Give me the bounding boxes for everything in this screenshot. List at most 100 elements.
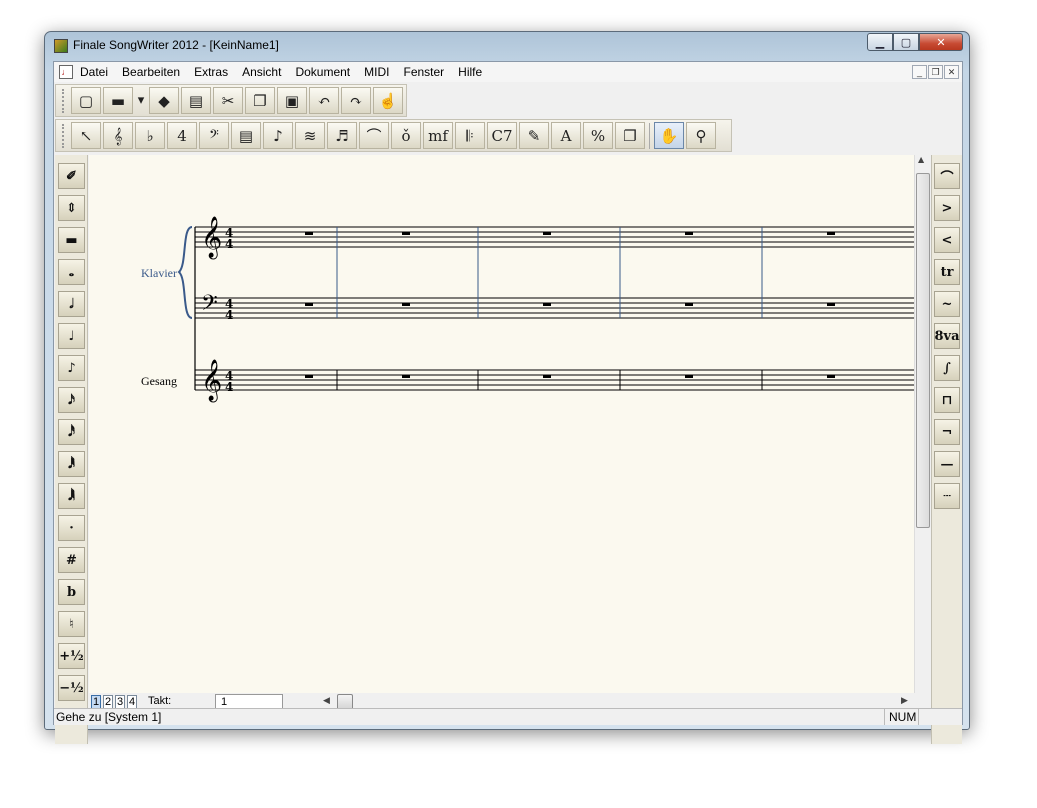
- hundred-twenty-eighth-note-button[interactable]: 𝅘𝅥𝅲: [58, 483, 85, 509]
- page-tab-4[interactable]: 4: [127, 695, 137, 709]
- natural-button[interactable]: ♮: [58, 611, 85, 637]
- document-icon[interactable]: ♩: [59, 65, 73, 79]
- crescendo-button[interactable]: <: [934, 227, 960, 253]
- simple-entry-button[interactable]: ♪: [263, 122, 293, 149]
- undo-button[interactable]: ↶: [309, 87, 339, 114]
- clef-tool-button[interactable]: 𝄢: [199, 122, 229, 149]
- lyrics-tool-button[interactable]: ✎: [519, 122, 549, 149]
- whole-rest: [685, 303, 693, 306]
- menu-dokument[interactable]: Dokument: [288, 65, 357, 79]
- slur-button[interactable]: ⌒: [934, 163, 960, 189]
- open-folder-button[interactable]: ▬: [103, 87, 133, 114]
- text-tool-button[interactable]: A: [551, 122, 581, 149]
- toolbar-grip[interactable]: [62, 123, 66, 148]
- menu-fenster[interactable]: Fenster: [396, 65, 451, 79]
- print-icon: ▤: [188, 91, 204, 110]
- selection-tool-button[interactable]: ↖: [71, 122, 101, 149]
- save-disk-button[interactable]: ◆: [149, 87, 179, 114]
- menu-ansicht[interactable]: Ansicht: [235, 65, 288, 79]
- tuplet-tool-button[interactable]: ♬: [327, 122, 357, 149]
- expression-tool-button[interactable]: mf: [423, 122, 453, 149]
- staff-tool-button[interactable]: 𝄞: [103, 122, 133, 149]
- hand-grabber-button[interactable]: ✋: [654, 122, 684, 149]
- whole-rest: [685, 232, 693, 235]
- mdi-close-button[interactable]: ✕: [944, 65, 959, 79]
- hand-point-icon: ☝: [378, 91, 398, 110]
- status-bar: Gehe zu [System 1] NUM: [54, 708, 962, 725]
- redo-button[interactable]: ↷: [341, 87, 371, 114]
- chord-tool-button[interactable]: C7: [487, 122, 517, 149]
- decrescendo-button[interactable]: >: [934, 195, 960, 221]
- half-step-up-button[interactable]: +½: [58, 643, 85, 669]
- dashed-line-icon: ┄: [943, 488, 951, 504]
- minimize-button[interactable]: ▁: [867, 33, 893, 51]
- bracket-end-button[interactable]: ¬: [934, 419, 960, 445]
- sharp-icon: #: [66, 552, 77, 568]
- smart-shape-tool-button[interactable]: ⌒: [359, 122, 389, 149]
- save-disk-icon: ◆: [158, 91, 170, 110]
- repeat-tool-button[interactable]: 𝄆: [455, 122, 485, 149]
- title-bar[interactable]: Finale SongWriter 2012 - [KeinName1] ▁ ▢…: [45, 32, 969, 60]
- print-button[interactable]: ▤: [181, 87, 211, 114]
- close-button[interactable]: ✕: [919, 33, 963, 51]
- new-document-button[interactable]: ▢: [71, 87, 101, 114]
- sharp-button[interactable]: #: [58, 547, 85, 573]
- zoom-tool-button[interactable]: ⚲: [686, 122, 716, 149]
- time-signature-tool-icon: 4: [177, 126, 187, 145]
- smart-shape-palette: ⌒ > < tr ~8va ∫ ⊓ ¬ — ┄: [931, 155, 962, 744]
- sixty-fourth-note-button[interactable]: 𝅘𝅥𝅱: [58, 451, 85, 477]
- speedy-entry-button[interactable]: ≋: [295, 122, 325, 149]
- toolbar-grip[interactable]: [62, 88, 66, 113]
- flat-button[interactable]: b: [58, 579, 85, 605]
- mdi-minimize-button[interactable]: _: [912, 65, 927, 79]
- page-tab-2[interactable]: 2: [103, 695, 113, 709]
- dot-button[interactable]: ·: [58, 515, 85, 541]
- num-lock-indicator: NUM: [884, 709, 918, 725]
- page-tab-3[interactable]: 3: [115, 695, 125, 709]
- eighth-note-button[interactable]: ♪: [58, 355, 85, 381]
- scroll-up-icon[interactable]: ▲: [918, 155, 924, 164]
- menu-bearbeiten[interactable]: Bearbeiten: [115, 65, 187, 79]
- thirty-second-note-button[interactable]: 𝅘𝅥𝅰: [58, 419, 85, 445]
- eraser-button[interactable]: ✐: [58, 163, 85, 189]
- whole-note-button[interactable]: 𝅝: [58, 259, 85, 285]
- hand-point-button[interactable]: ☝: [373, 87, 403, 114]
- glissando-button[interactable]: ∫: [934, 355, 960, 381]
- key-signature-tool-button[interactable]: ♭: [135, 122, 165, 149]
- line-button[interactable]: —: [934, 451, 960, 477]
- dashed-line-button[interactable]: ┄: [934, 483, 960, 509]
- resize-tool-button[interactable]: %: [583, 122, 613, 149]
- mdi-restore-button[interactable]: ❐: [928, 65, 943, 79]
- cut-button[interactable]: ✂: [213, 87, 243, 114]
- vertical-scroll-thumb[interactable]: [916, 173, 930, 528]
- trill-extension-button[interactable]: ~: [934, 291, 960, 317]
- dropdown-arrow-button[interactable]: ▾: [135, 87, 147, 114]
- takt-label: Takt:: [148, 695, 172, 707]
- rest-button[interactable]: ▬: [58, 227, 85, 253]
- page-tab-1[interactable]: 1: [91, 695, 101, 709]
- copy-button[interactable]: ❐: [245, 87, 275, 114]
- menu-midi[interactable]: MIDI: [357, 65, 396, 79]
- score-canvas[interactable]: 𝄞 4 4 𝄢 4 4 𝄞 4 4 Klavier Gesang: [89, 155, 914, 693]
- vertical-scrollbar[interactable]: ▲ ▼: [914, 155, 930, 711]
- half-note-button[interactable]: 𝅗𝅥: [58, 291, 85, 317]
- updown-arrows-button[interactable]: ⇕: [58, 195, 85, 221]
- scroll-left-icon[interactable]: ◀: [323, 695, 330, 706]
- ottava-button[interactable]: 8va: [934, 323, 960, 349]
- menu-datei[interactable]: Datei: [73, 65, 115, 79]
- quarter-note-button[interactable]: ♩: [58, 323, 85, 349]
- articulation-tool-button[interactable]: ǒ: [391, 122, 421, 149]
- sixteenth-note-button[interactable]: 𝅘𝅥𝅯: [58, 387, 85, 413]
- trill-button[interactable]: tr: [934, 259, 960, 285]
- maximize-button[interactable]: ▢: [893, 33, 919, 51]
- updown-arrows-icon: ⇕: [66, 200, 77, 216]
- paste-button[interactable]: ▣: [277, 87, 307, 114]
- time-signature-tool-button[interactable]: 4: [167, 122, 197, 149]
- menu-extras[interactable]: Extras: [187, 65, 235, 79]
- page-layout-tool-button[interactable]: ❐: [615, 122, 645, 149]
- bracket-button[interactable]: ⊓: [934, 387, 960, 413]
- half-step-down-button[interactable]: −½: [58, 675, 85, 701]
- measure-tool-button[interactable]: ▤: [231, 122, 261, 149]
- scroll-right-icon[interactable]: ▶: [901, 695, 908, 706]
- menu-hilfe[interactable]: Hilfe: [451, 65, 489, 79]
